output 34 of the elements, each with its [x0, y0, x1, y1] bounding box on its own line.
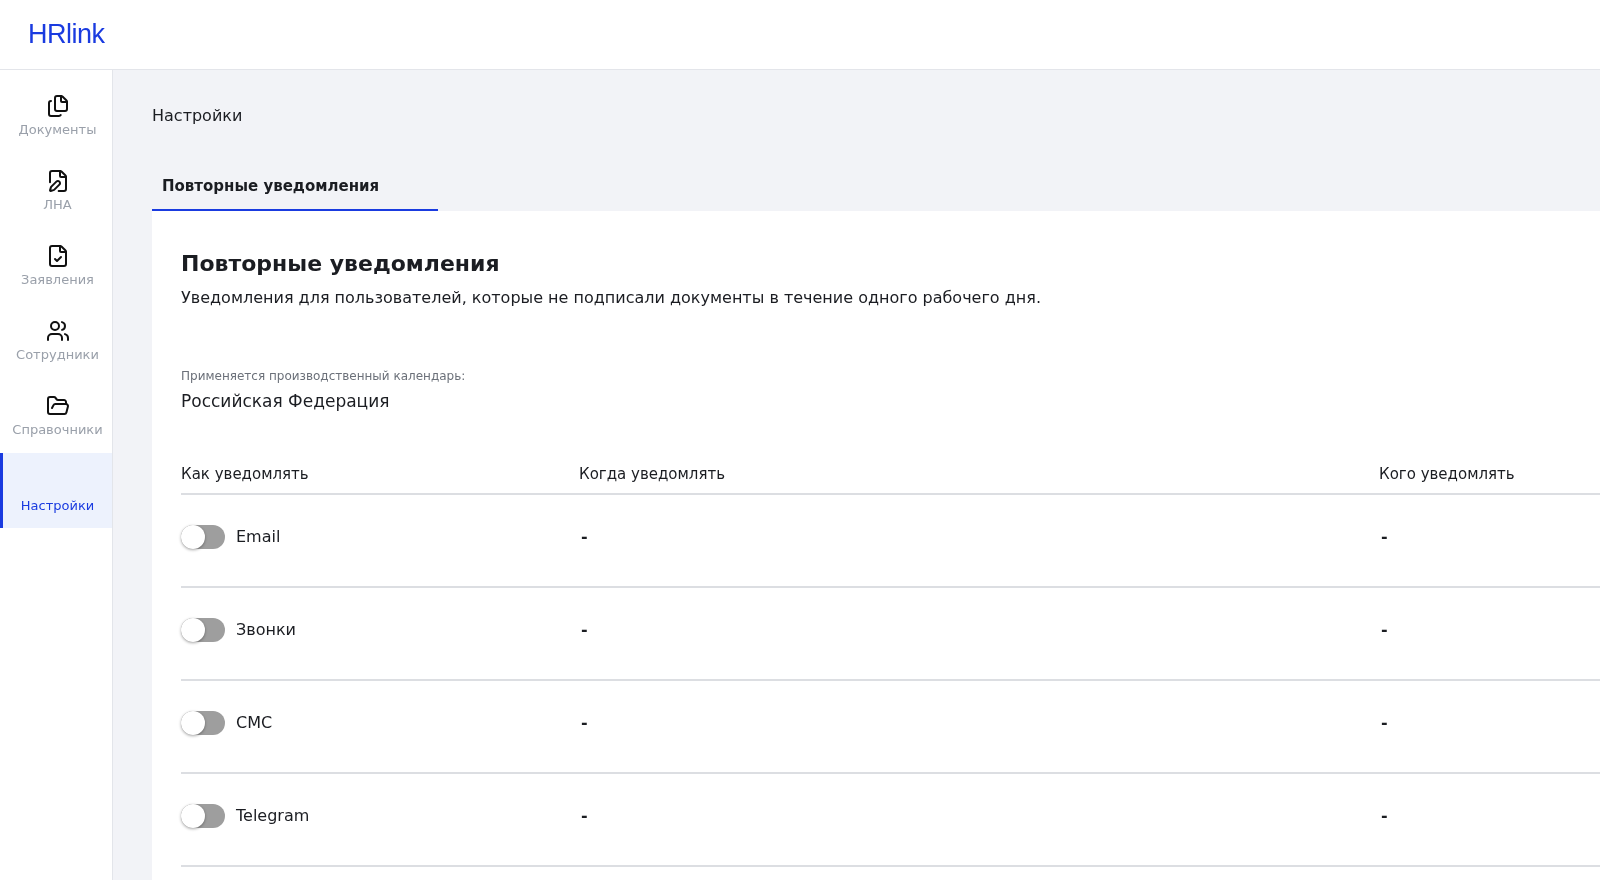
- page-title: Настройки: [152, 106, 244, 125]
- toggle-switch[interactable]: [181, 803, 225, 828]
- calendar-label: Применяется производственный календарь:: [181, 369, 467, 383]
- toggle-switch[interactable]: [181, 617, 225, 642]
- column-header: Когда уведомлять: [579, 465, 1379, 495]
- section-title: Повторные уведомления: [181, 251, 501, 276]
- folder-icon: [45, 394, 70, 418]
- sidebar-item[interactable]: Сотрудники: [0, 303, 112, 378]
- table-cell-text: -: [1380, 806, 1388, 825]
- section-description: Уведомления для пользователей, которые не подписали документы в течение одного рабочего дня.: [181, 288, 1042, 307]
- sidebar-item[interactable]: Заявления: [0, 228, 112, 303]
- sidebar-item[interactable]: Справочники: [0, 378, 112, 453]
- channel-label: Звонки: [236, 620, 296, 639]
- channel-label: СМС: [236, 713, 273, 732]
- table-cell-text: -: [1380, 527, 1388, 546]
- table-cell-text: -: [580, 620, 588, 639]
- toggle-switch[interactable]: [181, 710, 225, 735]
- column-header: Кого уведомлять: [1379, 465, 1600, 495]
- column-header: Как уведомлять: [181, 465, 579, 495]
- table-cell-text: -: [1380, 713, 1388, 732]
- channel-label: Email: [236, 527, 281, 546]
- people-icon: [45, 319, 70, 343]
- channel-label: Telegram: [236, 806, 310, 825]
- sidebar-item[interactable]: Настройки: [0, 453, 112, 528]
- table-cell-text: -: [580, 806, 588, 825]
- documents-icon: [45, 94, 70, 118]
- logo: HRlink: [28, 19, 105, 50]
- table-cell-text: -: [580, 713, 588, 732]
- sidebar-item[interactable]: ЛНА: [0, 153, 112, 228]
- table-cell-text: -: [580, 527, 588, 546]
- toggle-switch[interactable]: [181, 524, 225, 549]
- sidebar-item[interactable]: Документы: [0, 78, 112, 153]
- calendar-value: Российская Федерация: [181, 391, 391, 411]
- table-cell-text: -: [1380, 620, 1388, 639]
